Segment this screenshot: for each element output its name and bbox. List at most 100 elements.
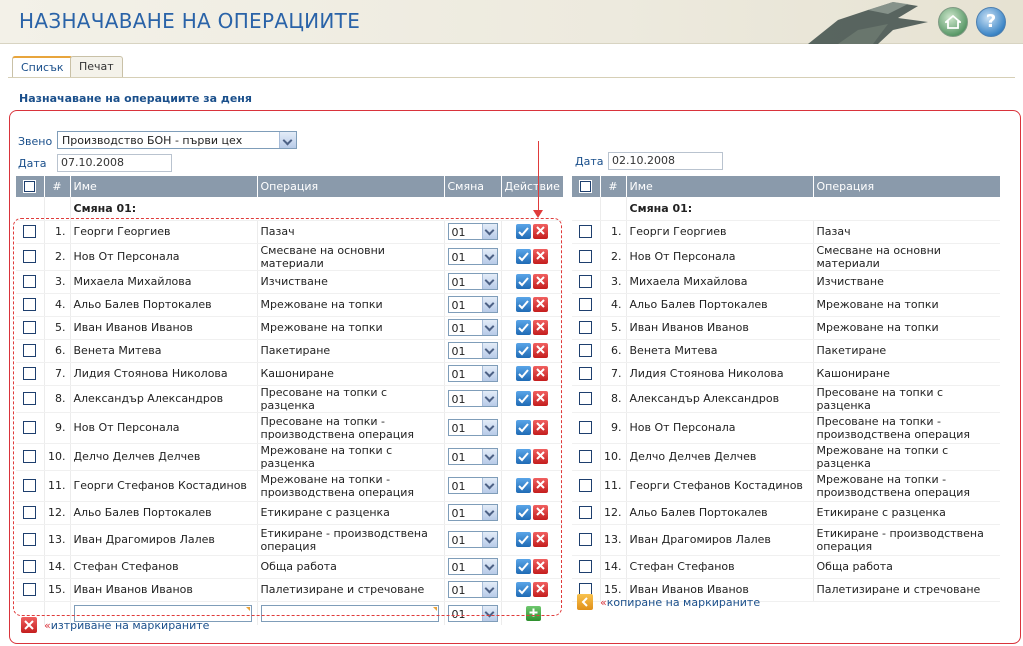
table-row[interactable]: 5. Иван Иванов Иванов Мрежоване на топки 01: [16, 316, 563, 340]
shift-select[interactable]: 01: [447, 319, 498, 336]
row-select-cell[interactable]: [16, 362, 45, 386]
chevron-down-icon[interactable]: [279, 132, 296, 148]
row-select-cell[interactable]: [16, 524, 45, 556]
row-checkbox[interactable]: [23, 560, 37, 574]
chevron-down-icon[interactable]: [481, 420, 497, 435]
row-checkbox[interactable]: [579, 275, 593, 289]
table-row[interactable]: 1. Георги Георгиев Пазач 01: [16, 220, 563, 244]
row-checkbox[interactable]: [23, 367, 37, 381]
row-select-cell[interactable]: [572, 555, 601, 579]
shift-select[interactable]: 01: [447, 296, 498, 313]
close-icon[interactable]: [532, 449, 548, 464]
row-select-cell[interactable]: [16, 293, 45, 317]
shift-select[interactable]: 01: [447, 477, 498, 494]
row-select-cell[interactable]: [16, 339, 45, 363]
check-icon[interactable]: [515, 532, 531, 547]
table-row[interactable]: 1. Георги Георгиев Пазач: [572, 220, 1000, 244]
col-operation-header[interactable]: Операция: [257, 176, 445, 197]
row-select-cell[interactable]: [16, 243, 45, 271]
copy-marked-icon[interactable]: [577, 594, 593, 610]
row-select-cell[interactable]: [16, 443, 45, 471]
close-icon[interactable]: [532, 224, 548, 239]
check-icon[interactable]: [515, 582, 531, 597]
row-checkbox[interactable]: [23, 225, 37, 239]
row-checkbox[interactable]: [579, 392, 593, 406]
row-select-cell[interactable]: [572, 362, 601, 386]
row-checkbox[interactable]: [23, 421, 37, 435]
check-icon[interactable]: [515, 449, 531, 464]
table-row[interactable]: 7. Лидия Стоянова Николова Кашониране 01: [16, 362, 563, 386]
chevron-down-icon[interactable]: [481, 297, 497, 312]
new-operation-input[interactable]: [260, 604, 439, 622]
chevron-down-icon[interactable]: [481, 478, 497, 493]
table-row[interactable]: 4. Альо Балев Портокалев Мрежоване на топк…: [572, 293, 1000, 317]
check-icon[interactable]: [515, 297, 531, 312]
right-date-field[interactable]: 02.10.2008: [608, 152, 723, 170]
check-icon[interactable]: [515, 366, 531, 381]
check-icon[interactable]: [515, 274, 531, 289]
shift-select[interactable]: 01: [447, 581, 498, 598]
select-all-header[interactable]: [16, 176, 45, 197]
row-checkbox[interactable]: [579, 321, 593, 335]
chevron-down-icon[interactable]: [481, 274, 497, 289]
table-row[interactable]: 6. Венета Митева Пакетиране 01: [16, 339, 563, 363]
close-icon[interactable]: [532, 391, 548, 406]
shift-select[interactable]: 01: [447, 531, 498, 548]
table-row[interactable]: 12. Альо Балев Портокалев Етикиране с разц…: [572, 501, 1000, 525]
row-checkbox[interactable]: [579, 367, 593, 381]
check-icon[interactable]: [515, 478, 531, 493]
row-select-cell[interactable]: [16, 412, 45, 444]
row-select-cell[interactable]: [572, 524, 601, 556]
chevron-down-icon[interactable]: [481, 249, 497, 264]
row-checkbox[interactable]: [23, 321, 37, 335]
unit-select[interactable]: Производство БОН - първи цех: [57, 131, 297, 149]
check-icon[interactable]: [515, 420, 531, 435]
shift-select[interactable]: 01: [447, 365, 498, 382]
row-checkbox[interactable]: [23, 450, 37, 464]
tab-print[interactable]: Печат: [70, 56, 123, 77]
row-select-cell[interactable]: [16, 220, 45, 244]
chevron-down-icon[interactable]: [481, 343, 497, 358]
select-all-checkbox[interactable]: [579, 180, 593, 194]
new-shift-select[interactable]: 01: [447, 604, 498, 622]
delete-marked-icon[interactable]: [21, 617, 37, 633]
shift-select[interactable]: 01: [447, 342, 498, 359]
col-name-header[interactable]: Име: [626, 176, 814, 197]
table-row[interactable]: 13. Иван Драгомиров Лалев Етикиране - прои…: [572, 524, 1000, 556]
row-checkbox[interactable]: [579, 250, 593, 264]
row-select-cell[interactable]: [572, 470, 601, 502]
chevron-down-icon[interactable]: [481, 391, 497, 406]
table-row[interactable]: 6. Венета Митева Пакетиране: [572, 339, 1000, 363]
close-icon[interactable]: [532, 366, 548, 381]
close-icon[interactable]: [532, 343, 548, 358]
table-row[interactable]: 15. Иван Иванов Иванов Палетизиране и стре…: [16, 578, 563, 602]
chevron-down-icon[interactable]: [481, 605, 497, 621]
select-all-header[interactable]: [572, 176, 601, 197]
table-row[interactable]: 3. Михаела Михайлова Изчистване: [572, 270, 1000, 294]
chevron-down-icon[interactable]: [481, 449, 497, 464]
chevron-down-icon[interactable]: [481, 505, 497, 520]
row-checkbox[interactable]: [579, 506, 593, 520]
row-checkbox[interactable]: [579, 450, 593, 464]
row-select-cell[interactable]: [16, 555, 45, 579]
table-row[interactable]: 13. Иван Драгомиров Лалев Етикиране - прои…: [16, 524, 563, 556]
table-row[interactable]: 8. Александър Александров Пресоване на топ…: [16, 385, 563, 413]
table-row[interactable]: 11. Георги Стефанов Костадинов Мрежоване н…: [16, 470, 563, 502]
row-checkbox[interactable]: [23, 479, 37, 493]
row-select-cell[interactable]: [572, 385, 601, 413]
select-all-checkbox[interactable]: [23, 180, 37, 194]
table-row[interactable]: 11. Георги Стефанов Костадинов Мрежоване н…: [572, 470, 1000, 502]
row-checkbox[interactable]: [579, 533, 593, 547]
row-checkbox[interactable]: [23, 298, 37, 312]
check-icon[interactable]: [515, 343, 531, 358]
home-button[interactable]: [938, 7, 968, 37]
table-row[interactable]: 14. Стефан Стефанов Обща работа 01: [16, 555, 563, 579]
table-row[interactable]: 10. Делчо Делчев Делчев Мрежоване на топки…: [572, 443, 1000, 471]
copy-marked-link[interactable]: «копиране на маркираните: [600, 596, 760, 609]
row-select-cell[interactable]: [572, 501, 601, 525]
row-select-cell[interactable]: [16, 501, 45, 525]
row-select-cell[interactable]: [572, 270, 601, 294]
table-row[interactable]: 9. Нов От Персонала Пресоване на топки - п…: [572, 412, 1000, 444]
chevron-down-icon[interactable]: [481, 559, 497, 574]
close-icon[interactable]: [532, 320, 548, 335]
